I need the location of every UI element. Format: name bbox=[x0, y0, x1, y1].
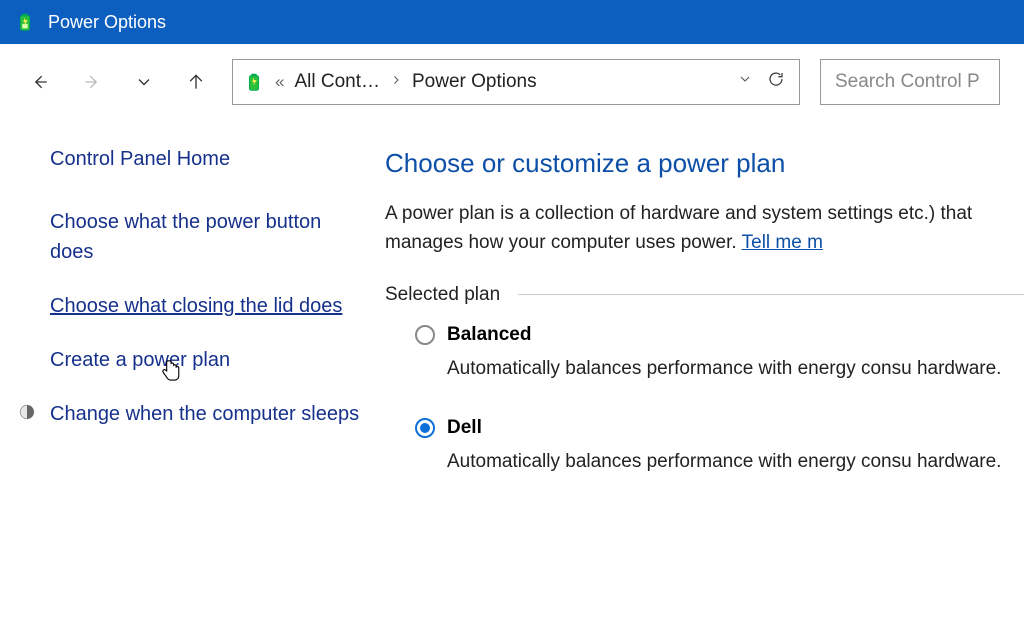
forward-button[interactable] bbox=[76, 66, 108, 98]
window-title: Power Options bbox=[48, 12, 166, 33]
power-plan-option: Dell Automatically balances performance … bbox=[385, 417, 1024, 476]
divider bbox=[518, 294, 1024, 295]
address-bar[interactable]: « All Cont… Power Options bbox=[232, 59, 800, 105]
power-plan-option: Balanced Automatically balances performa… bbox=[385, 324, 1024, 383]
selected-plan-header: Selected plan bbox=[385, 284, 1024, 306]
page-description: A power plan is a collection of hardware… bbox=[385, 199, 1024, 258]
chevron-right-icon[interactable] bbox=[390, 73, 402, 91]
plan-description: Automatically balances performance with … bbox=[415, 354, 1024, 383]
battery-icon bbox=[14, 11, 36, 33]
selected-plan-label: Selected plan bbox=[385, 284, 500, 306]
address-dropdown-icon[interactable] bbox=[737, 71, 753, 92]
recent-locations-dropdown[interactable] bbox=[128, 66, 160, 98]
sidebar-link-closing-lid[interactable]: Choose what closing the lid does bbox=[50, 291, 365, 321]
shield-icon bbox=[18, 403, 36, 421]
breadcrumb-segment[interactable]: Power Options bbox=[412, 71, 537, 93]
navbar: « All Cont… Power Options Search Control… bbox=[0, 44, 1024, 120]
sidebar-link-power-button[interactable]: Choose what the power button does bbox=[50, 207, 365, 267]
search-input[interactable]: Search Control P bbox=[820, 59, 1000, 105]
tell-me-more-link[interactable]: Tell me m bbox=[742, 232, 823, 253]
battery-icon bbox=[243, 71, 265, 93]
radio-button[interactable] bbox=[415, 418, 435, 438]
titlebar: Power Options bbox=[0, 0, 1024, 44]
content-area: Control Panel Home Choose what the power… bbox=[0, 120, 1024, 511]
plan-description: Automatically balances performance with … bbox=[415, 447, 1024, 476]
sidebar-link-computer-sleeps[interactable]: Change when the computer sleeps bbox=[50, 399, 365, 429]
plan-name[interactable]: Dell bbox=[447, 417, 482, 439]
sidebar: Control Panel Home Choose what the power… bbox=[0, 148, 385, 511]
search-placeholder: Search Control P bbox=[835, 71, 980, 93]
radio-button[interactable] bbox=[415, 325, 435, 345]
breadcrumb-segment[interactable]: All Cont… bbox=[294, 71, 380, 93]
page-heading: Choose or customize a power plan bbox=[385, 148, 1024, 179]
sidebar-link-create-plan[interactable]: Create a power plan bbox=[50, 345, 365, 375]
sidebar-home-link[interactable]: Control Panel Home bbox=[50, 148, 365, 171]
up-button[interactable] bbox=[180, 66, 212, 98]
back-button[interactable] bbox=[24, 66, 56, 98]
plan-name[interactable]: Balanced bbox=[447, 324, 531, 346]
main-panel: Choose or customize a power plan A power… bbox=[385, 148, 1024, 511]
refresh-button[interactable] bbox=[767, 70, 785, 93]
breadcrumb-overflow-icon[interactable]: « bbox=[275, 72, 284, 92]
